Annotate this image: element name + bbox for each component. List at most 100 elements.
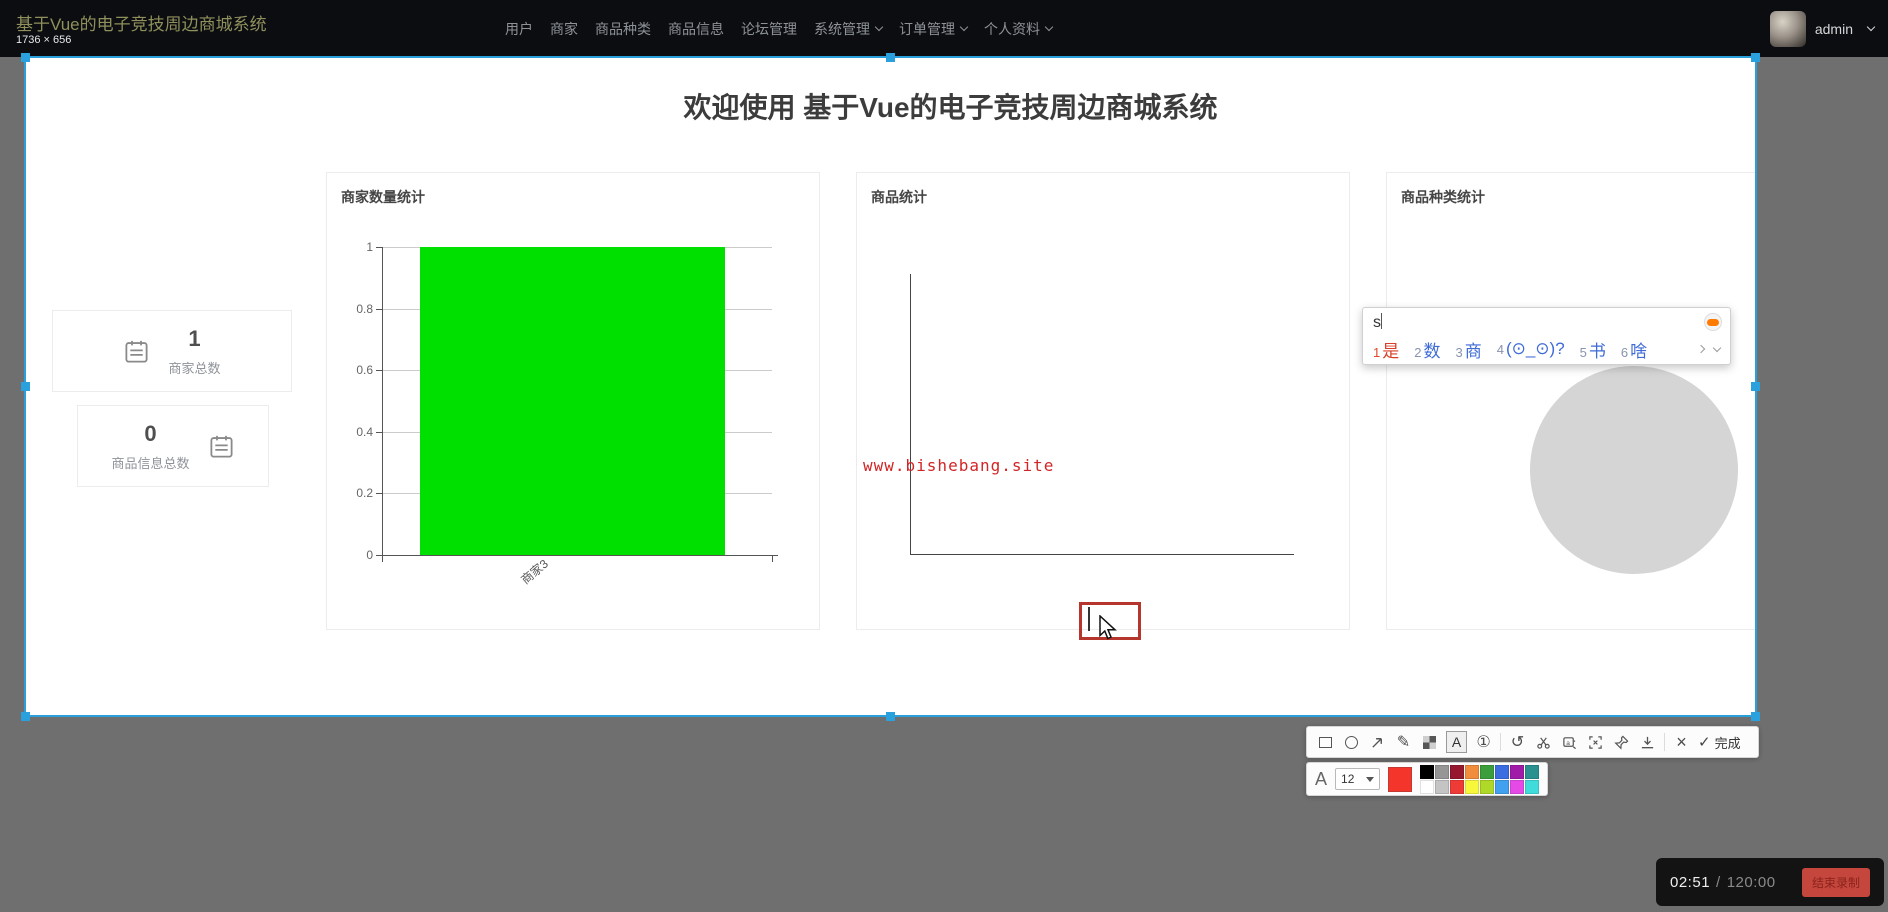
palette-color[interactable] <box>1435 765 1449 779</box>
selection-handle-top-middle[interactable] <box>886 53 895 62</box>
bar-merchant <box>420 247 725 555</box>
sogou-ime-icon[interactable] <box>1704 313 1722 331</box>
palette-color[interactable] <box>1525 780 1539 794</box>
palette-color[interactable] <box>1435 780 1449 794</box>
nav-item-product-categories[interactable]: 商品种类 <box>595 19 651 39</box>
ime-candidate-4[interactable]: 4(⊙_⊙)? <box>1497 339 1565 359</box>
stat-label: 商品信息总数 <box>111 453 189 472</box>
time-separator: / <box>1716 874 1721 891</box>
palette-color[interactable] <box>1420 780 1434 794</box>
watermark-url: www.bishebang.site <box>863 456 1054 475</box>
stat-value: 1 <box>188 326 200 352</box>
calendar-icon <box>123 338 150 365</box>
palette-color[interactable] <box>1450 780 1464 794</box>
mosaic-tool-icon[interactable] <box>1420 731 1439 753</box>
selection-handle-bottom-right[interactable] <box>1751 712 1760 721</box>
x-category-label: 商家3 <box>517 555 551 588</box>
current-color-swatch[interactable] <box>1388 767 1412 792</box>
pin-icon[interactable] <box>1612 731 1631 753</box>
y-axis <box>910 274 911 555</box>
palette-color[interactable] <box>1465 780 1479 794</box>
chart-title: 商品统计 <box>871 187 927 207</box>
chart-title: 商家数量统计 <box>341 187 425 207</box>
y-tick-label: 0.8 <box>333 302 373 316</box>
check-icon: ✓ <box>1698 733 1711 751</box>
nav-item-profile[interactable]: 个人资料 <box>984 19 1052 39</box>
font-letter: A <box>1315 769 1327 790</box>
elapsed-time: 02:51 <box>1670 874 1710 891</box>
chevron-down-icon <box>1867 23 1875 31</box>
ime-candidate-1[interactable]: 1是 <box>1373 337 1399 362</box>
ime-candidate-5[interactable]: 5书 <box>1580 337 1606 362</box>
selection-handle-top-left[interactable] <box>21 53 30 62</box>
top-bar: 基于Vue的电子竞技周边商城系统 1736 × 656 用户 商家 商品种类 商… <box>0 0 1888 57</box>
sticker-icon[interactable]: a <box>1560 731 1579 753</box>
ime-candidate-2[interactable]: 2数 <box>1414 337 1440 362</box>
dropdown-arrow-icon <box>1366 777 1374 782</box>
capture-region: 欢迎使用 基于Vue的电子竞技周边商城系统 1 商家总数 0 商品信息总数 商家… <box>24 56 1757 717</box>
y-tick-label: 0 <box>333 548 373 562</box>
avatar[interactable] <box>1770 11 1806 47</box>
nav-item-system-management[interactable]: 系统管理 <box>814 19 882 39</box>
color-palette <box>1420 765 1539 794</box>
nav-item-merchants[interactable]: 商家 <box>550 19 578 39</box>
total-time: 120:00 <box>1727 874 1776 891</box>
save-icon[interactable] <box>1638 731 1657 753</box>
ime-expand-icon[interactable] <box>1713 343 1721 351</box>
chevron-down-icon <box>875 23 883 31</box>
username: admin <box>1815 21 1853 37</box>
toolbar-separator <box>1664 733 1665 751</box>
ime-input[interactable]: s <box>1373 314 1381 331</box>
nav-item-order-management[interactable]: 订单管理 <box>899 19 967 39</box>
palette-color[interactable] <box>1450 765 1464 779</box>
step-number-tool-icon[interactable]: ① <box>1474 731 1493 753</box>
selection-handle-bottom-left[interactable] <box>21 712 30 721</box>
close-icon[interactable]: × <box>1672 731 1691 753</box>
chart-card-product-category: 商品种类统计 <box>1386 172 1757 630</box>
calendar-icon <box>208 433 235 460</box>
rect-tool-icon[interactable] <box>1316 731 1335 753</box>
selection-handle-middle-right[interactable] <box>1751 382 1760 391</box>
capture-size-label: 1736 × 656 <box>16 34 71 46</box>
stop-recording-button[interactable]: 结束录制 <box>1802 868 1870 897</box>
text-tool-button[interactable]: A <box>1446 731 1467 753</box>
nav-item-users[interactable]: 用户 <box>505 19 533 39</box>
palette-color[interactable] <box>1525 765 1539 779</box>
ime-candidate-6[interactable]: 6啥 <box>1621 337 1647 362</box>
palette-color[interactable] <box>1495 780 1509 794</box>
ime-next-page-icon[interactable] <box>1697 345 1705 353</box>
stat-card-merchants: 1 商家总数 <box>52 310 292 392</box>
stat-value: 0 <box>144 421 156 447</box>
svg-text:a: a <box>1566 739 1570 746</box>
y-tick-label: 0.2 <box>333 486 373 500</box>
selection-handle-bottom-middle[interactable] <box>886 712 895 721</box>
done-button[interactable]: ✓ 完成 <box>1698 733 1741 752</box>
palette-color[interactable] <box>1465 765 1479 779</box>
ellipse-tool-icon[interactable] <box>1342 731 1361 753</box>
nav-item-forum-management[interactable]: 论坛管理 <box>741 19 797 39</box>
crop-icon[interactable] <box>1534 731 1553 753</box>
ime-candidate-3[interactable]: 3商 <box>1455 337 1481 362</box>
palette-color[interactable] <box>1510 780 1524 794</box>
selection-handle-middle-left[interactable] <box>21 382 30 391</box>
empty-pie-placeholder <box>1530 366 1738 574</box>
palette-color[interactable] <box>1420 765 1434 779</box>
nav-item-product-info[interactable]: 商品信息 <box>668 19 724 39</box>
y-axis <box>382 247 383 560</box>
palette-color[interactable] <box>1510 765 1524 779</box>
user-menu[interactable]: admin <box>1770 0 1874 57</box>
annotation-toolbar: ✎ A ① ↺ a × ✓ 完成 <box>1306 726 1759 758</box>
recognize-icon[interactable] <box>1586 731 1605 753</box>
pencil-tool-icon[interactable]: ✎ <box>1394 731 1413 753</box>
selection-handle-top-right[interactable] <box>1751 53 1760 62</box>
x-axis-tick <box>382 556 383 562</box>
ime-caret <box>1381 313 1382 329</box>
undo-icon[interactable]: ↺ <box>1508 731 1527 753</box>
palette-color[interactable] <box>1495 765 1509 779</box>
palette-color[interactable] <box>1480 780 1494 794</box>
arrow-tool-icon[interactable] <box>1368 731 1387 753</box>
font-size-select[interactable]: 12 <box>1335 768 1380 790</box>
y-tick-label: 0.4 <box>333 425 373 439</box>
palette-color[interactable] <box>1480 765 1494 779</box>
stat-label: 商家总数 <box>168 358 220 377</box>
